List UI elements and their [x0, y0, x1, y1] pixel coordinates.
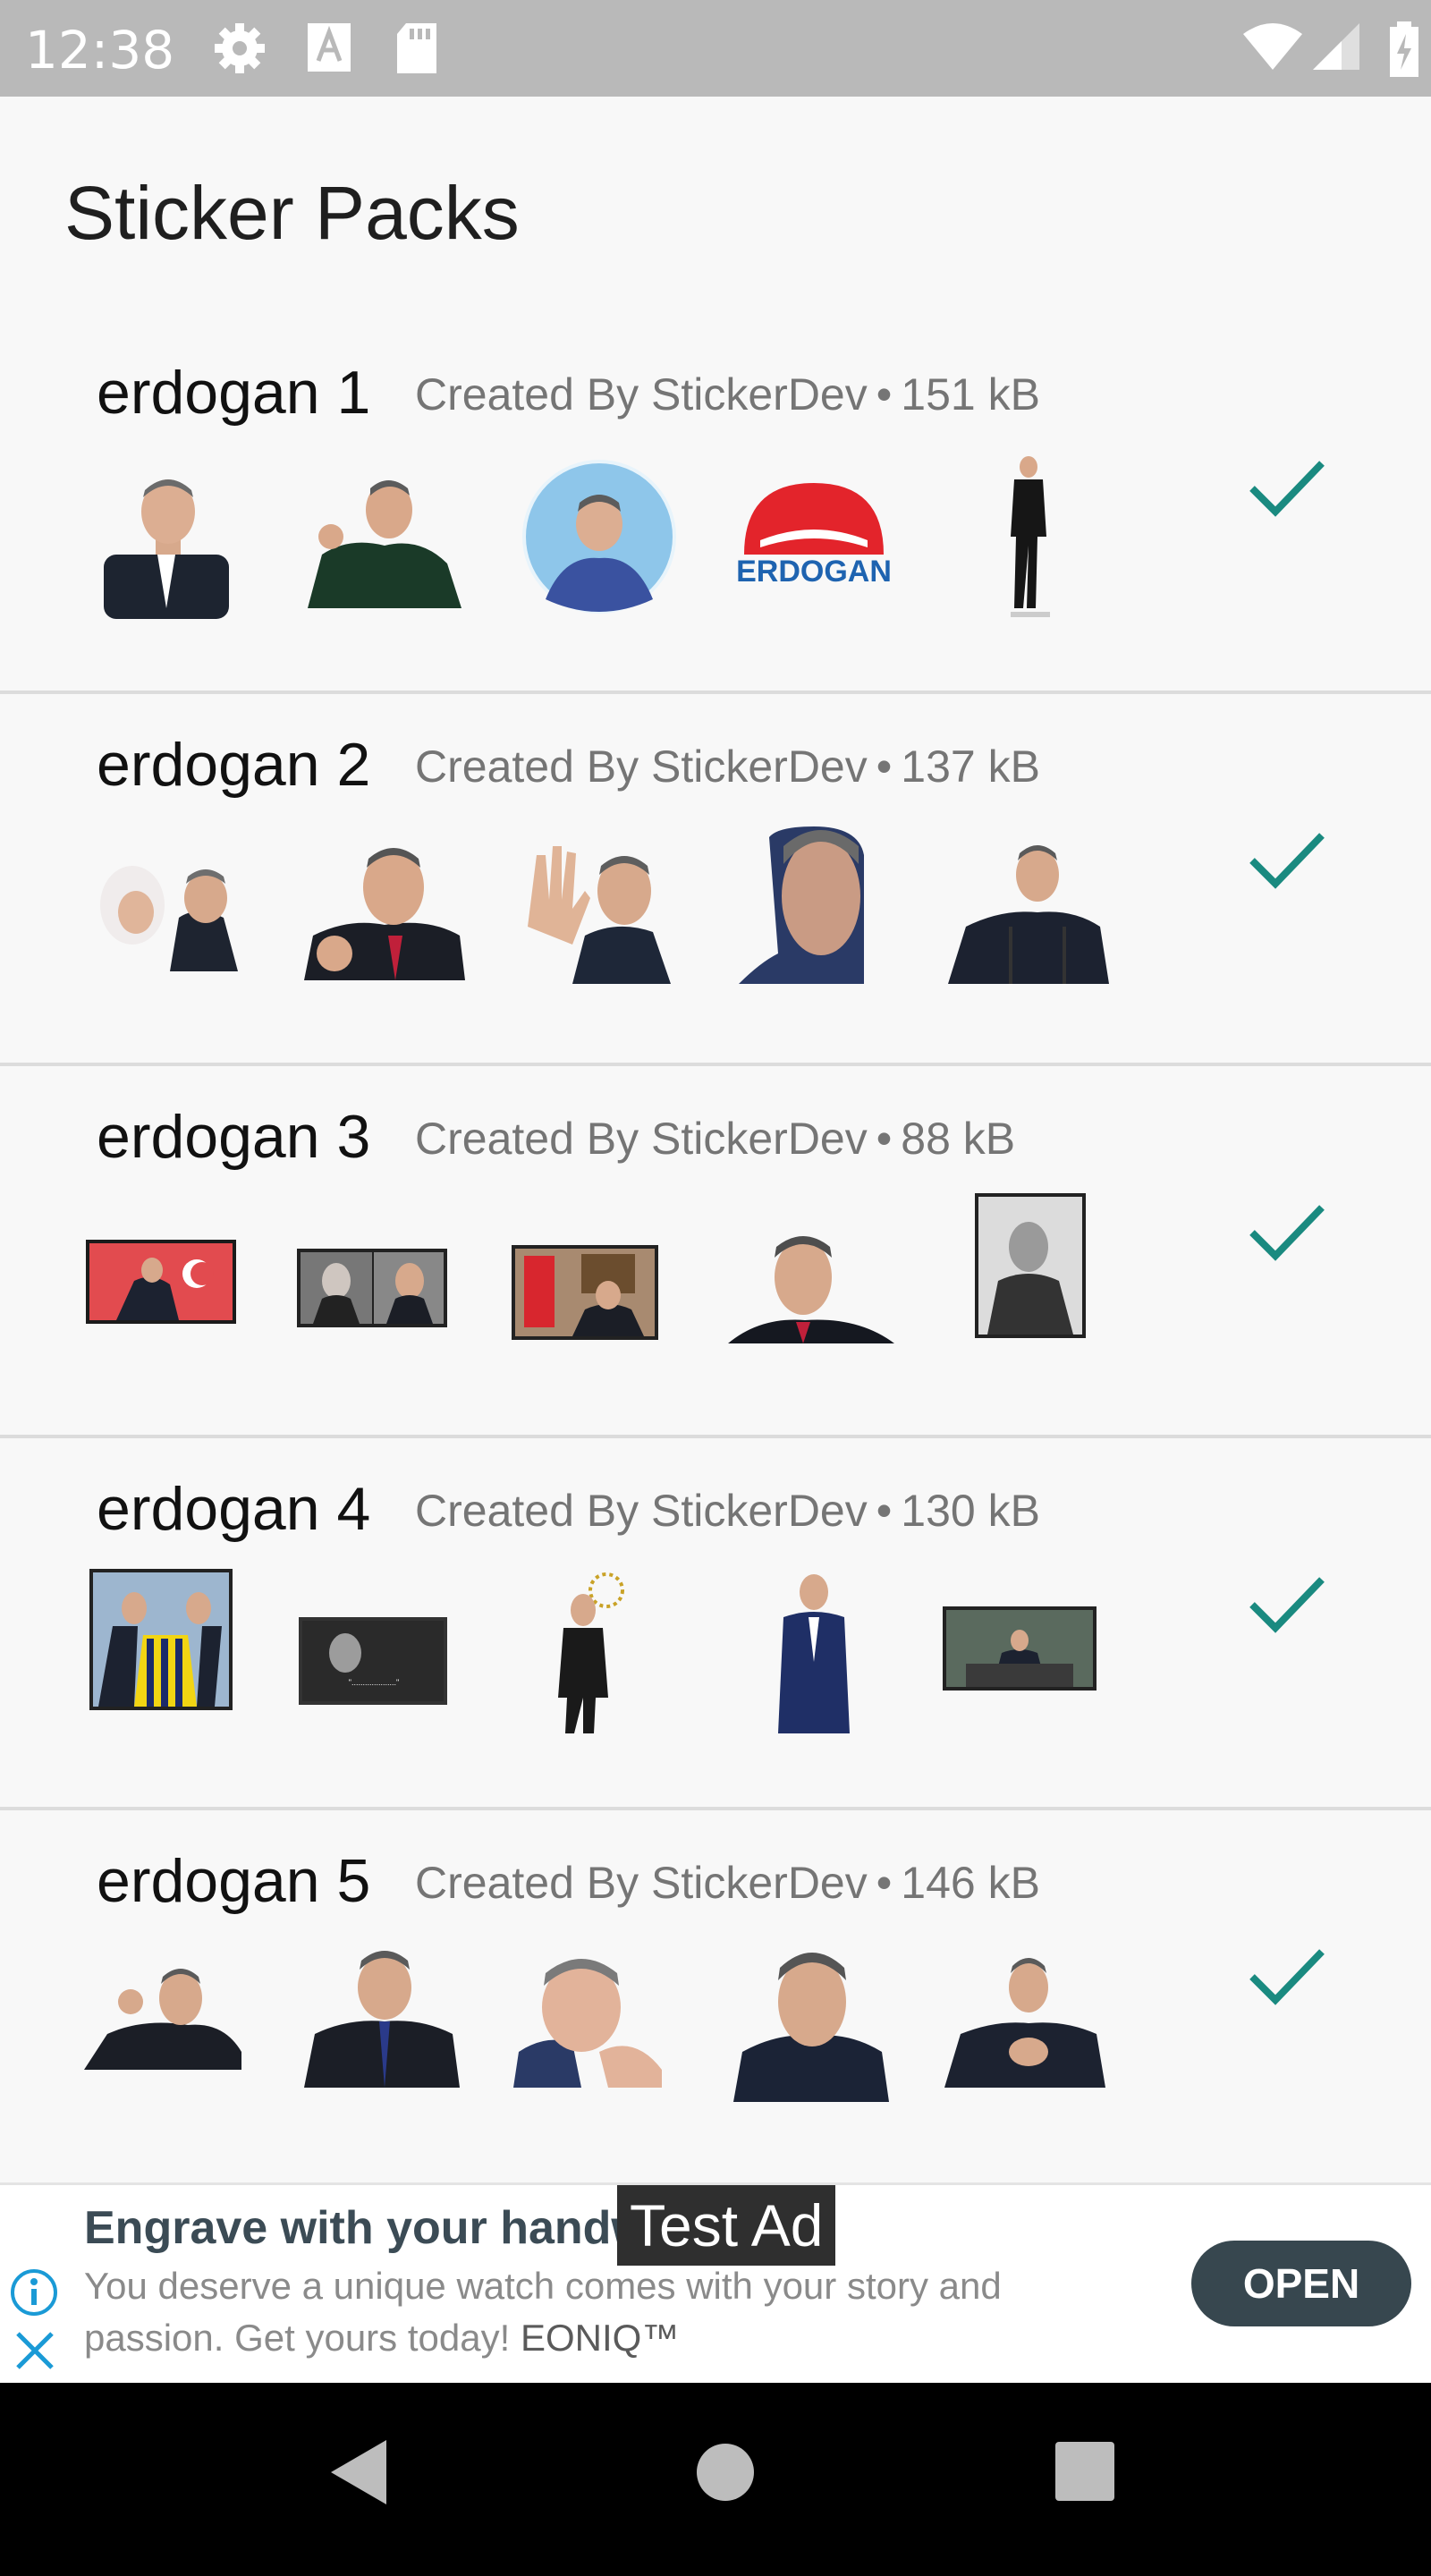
added-check-icon: [1249, 461, 1325, 517]
sticker-preview: [943, 1606, 1097, 1690]
sticker-preview: [297, 1249, 447, 1327]
sticker-preview: [1011, 456, 1050, 617]
pack-author: Created By StickerDev: [415, 741, 868, 792]
meta-separator: •: [876, 741, 893, 792]
home-icon[interactable]: [694, 2436, 757, 2508]
recents-icon[interactable]: [1054, 2436, 1116, 2508]
sticker-preview: ERDOGAN: [736, 483, 892, 589]
sticker-preview: [513, 1959, 662, 2088]
sticker-previews: "....................": [80, 1563, 1109, 1742]
sticker-preview: [522, 460, 676, 614]
meta-separator: •: [876, 1858, 893, 1908]
status-bar: 12:38: [0, 0, 1431, 97]
sticker-pack-row[interactable]: erdogan 5 Created By StickerDev • 146 kB: [0, 1810, 1431, 2182]
gear-icon: [215, 23, 265, 73]
sticker-preview: [944, 1958, 1105, 2088]
sticker-preview: [104, 479, 229, 619]
added-check-icon: [1249, 1949, 1325, 2005]
svg-text:ERDOGAN: ERDOGAN: [736, 555, 892, 589]
info-icon[interactable]: [9, 2267, 59, 2318]
pack-size: 146 kB: [901, 1858, 1040, 1908]
pack-meta: Created By StickerDev • 88 kB: [415, 1113, 1015, 1165]
sticker-preview: [728, 1236, 894, 1343]
meta-separator: •: [876, 1114, 893, 1164]
battery-charging-icon: [1390, 21, 1418, 77]
sticker-preview: [528, 846, 671, 984]
sticker-preview: [308, 480, 461, 608]
sticker-preview: [512, 1245, 658, 1340]
sticker-preview: [733, 1953, 889, 2102]
sticker-previews: [80, 1191, 1109, 1370]
pack-meta: Created By StickerDev • 146 kB: [415, 1857, 1040, 1909]
pack-size: 130 kB: [901, 1486, 1040, 1536]
close-icon[interactable]: [13, 2328, 57, 2373]
ad-open-button[interactable]: OPEN: [1191, 2241, 1411, 2326]
pack-name: erdogan 1: [97, 359, 371, 427]
sticker-preview: [84, 1969, 241, 2070]
sd-card-icon: [397, 23, 436, 73]
svg-text:"....................": "....................": [349, 1678, 399, 1687]
status-time: 12:38: [25, 20, 175, 80]
pack-meta: Created By StickerDev • 137 kB: [415, 741, 1040, 792]
sticker-preview: [86, 1240, 236, 1324]
pack-size: 151 kB: [901, 369, 1040, 419]
font-a-icon: [308, 23, 351, 72]
added-check-icon: [1249, 833, 1325, 889]
sticker-pack-row[interactable]: erdogan 2 Created By StickerDev • 137 kB: [0, 694, 1431, 1066]
pack-name: erdogan 2: [97, 731, 371, 799]
sticker-preview: [739, 826, 864, 984]
pack-name: erdogan 3: [97, 1103, 371, 1171]
meta-separator: •: [876, 1486, 893, 1536]
sticker-previews: [80, 1936, 1109, 2114]
test-ad-badge: Test Ad: [617, 2185, 836, 2266]
pack-author: Created By StickerDev: [415, 369, 868, 419]
sticker-pack-row[interactable]: erdogan 3 Created By StickerDev • 88 kB: [0, 1066, 1431, 1438]
pack-author: Created By StickerDev: [415, 1858, 868, 1908]
sticker-preview: "....................": [299, 1617, 447, 1705]
signal-icon: [1313, 23, 1359, 70]
sticker-preview: [304, 848, 465, 980]
sticker-preview: [304, 1951, 460, 2088]
ad-banner[interactable]: Engrave with your handw You deserve a un…: [0, 2182, 1431, 2383]
ad-title[interactable]: Engrave with your handw: [84, 2201, 621, 2255]
sticker-preview: [558, 1572, 624, 1733]
pack-meta: Created By StickerDev • 130 kB: [415, 1485, 1040, 1537]
back-icon[interactable]: [327, 2436, 390, 2508]
wifi-icon: [1243, 23, 1302, 70]
sticker-previews: [80, 819, 1109, 998]
added-check-icon: [1249, 1577, 1325, 1633]
sticker-pack-row[interactable]: erdogan 4 Created By StickerDev • 130 kB "…: [0, 1438, 1431, 1810]
pack-size: 88 kB: [901, 1114, 1016, 1164]
sticker-preview: [975, 1193, 1086, 1338]
ad-brand: EONIQ™: [520, 2317, 680, 2359]
meta-separator: •: [876, 369, 893, 419]
sticker-preview: [778, 1574, 850, 1733]
sticker-preview: [100, 866, 238, 971]
added-check-icon: [1249, 1205, 1325, 1261]
sticker-preview: [89, 1569, 233, 1710]
pack-meta: Created By StickerDev • 151 kB: [415, 369, 1040, 420]
sticker-pack-row[interactable]: erdogan 1 Created By StickerDev • 151 kB E…: [0, 322, 1431, 694]
page-title: Sticker Packs: [64, 171, 520, 255]
sticker-preview: [948, 845, 1109, 984]
pack-size: 137 kB: [901, 741, 1040, 792]
navigation-bar: [0, 2383, 1431, 2576]
sticker-previews: ERDOGAN: [80, 447, 1109, 626]
pack-author: Created By StickerDev: [415, 1486, 868, 1536]
pack-name: erdogan 5: [97, 1847, 371, 1915]
ad-body: You deserve a unique watch comes with yo…: [84, 2260, 1113, 2364]
pack-author: Created By StickerDev: [415, 1114, 868, 1164]
pack-name: erdogan 4: [97, 1475, 371, 1543]
